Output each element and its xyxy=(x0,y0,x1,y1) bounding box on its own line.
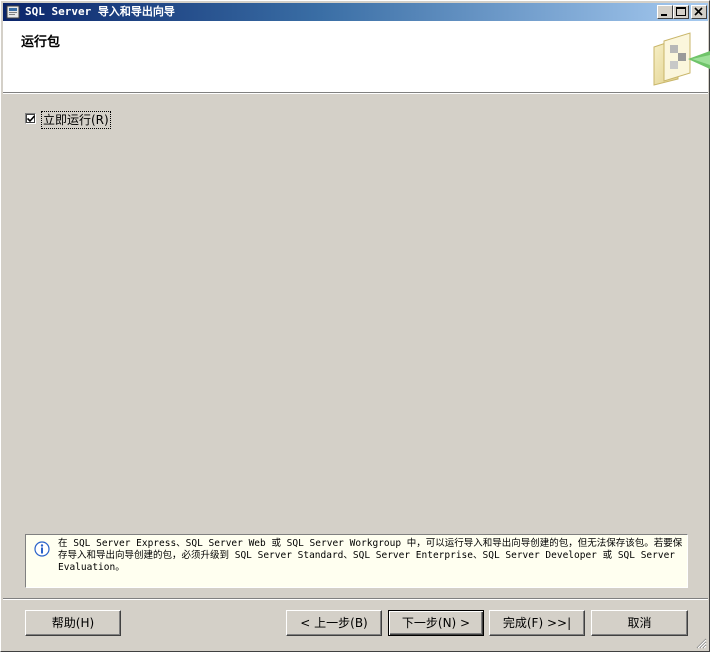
app-icon xyxy=(6,5,20,19)
page-title: 运行包 xyxy=(21,35,61,50)
header-separator xyxy=(3,93,708,94)
help-button[interactable]: 帮助(H) xyxy=(25,610,121,636)
info-message: 在 SQL Server Express、SQL Server Web 或 SQ… xyxy=(58,538,683,573)
wizard-header: 运行包 xyxy=(3,21,710,93)
maximize-button[interactable] xyxy=(673,5,689,19)
minimize-button[interactable] xyxy=(657,5,673,19)
wizard-banner-icon xyxy=(653,32,710,86)
close-button[interactable] xyxy=(691,5,707,19)
minimize-icon xyxy=(661,14,667,16)
finish-button[interactable]: 完成(F) >>| xyxy=(489,610,585,636)
checkmark-icon xyxy=(27,115,35,123)
window-title: SQL Server 导入和导出向导 xyxy=(25,5,175,18)
wizard-window: SQL Server 导入和导出向导 运行包 立即运行(R) 在 SQL Ser… xyxy=(0,0,710,652)
resize-grip-icon[interactable] xyxy=(695,637,707,649)
info-icon xyxy=(34,541,50,557)
next-button[interactable]: 下一步(N) > xyxy=(388,610,484,636)
run-immediately-label[interactable]: 立即运行(R) xyxy=(41,111,111,129)
close-icon xyxy=(694,7,703,16)
run-immediately-checkbox[interactable] xyxy=(25,113,36,124)
title-bar[interactable]: SQL Server 导入和导出向导 xyxy=(3,3,708,21)
back-button[interactable]: < 上一步(B) xyxy=(286,610,382,636)
info-panel: 在 SQL Server Express、SQL Server Web 或 SQ… xyxy=(25,534,688,588)
cancel-button[interactable]: 取消 xyxy=(591,610,688,636)
maximize-icon xyxy=(676,7,686,16)
